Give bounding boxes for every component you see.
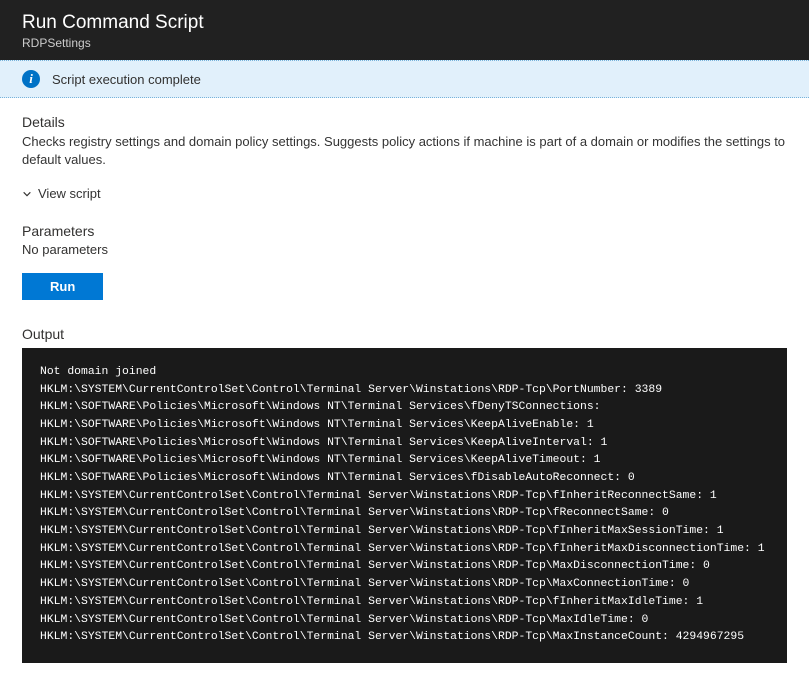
parameters-empty-text: No parameters <box>22 242 787 257</box>
output-heading: Output <box>22 326 787 342</box>
parameters-section: Parameters No parameters <box>22 223 787 257</box>
details-heading: Details <box>22 114 787 130</box>
output-console: Not domain joined HKLM:\SYSTEM\CurrentCo… <box>22 348 787 663</box>
page-title: Run Command Script <box>22 12 787 34</box>
status-banner: i Script execution complete <box>0 60 809 98</box>
view-script-toggle[interactable]: View script <box>22 186 787 201</box>
run-button[interactable]: Run <box>22 273 103 300</box>
page-subtitle: RDPSettings <box>22 36 787 50</box>
details-description: Checks registry settings and domain poli… <box>22 133 787 168</box>
info-icon: i <box>22 70 40 88</box>
parameters-heading: Parameters <box>22 223 787 239</box>
view-script-label: View script <box>38 186 101 201</box>
page-header: Run Command Script RDPSettings <box>0 0 809 60</box>
content-area: Details Checks registry settings and dom… <box>0 98 809 685</box>
chevron-down-icon <box>22 189 32 199</box>
status-banner-text: Script execution complete <box>52 72 201 87</box>
